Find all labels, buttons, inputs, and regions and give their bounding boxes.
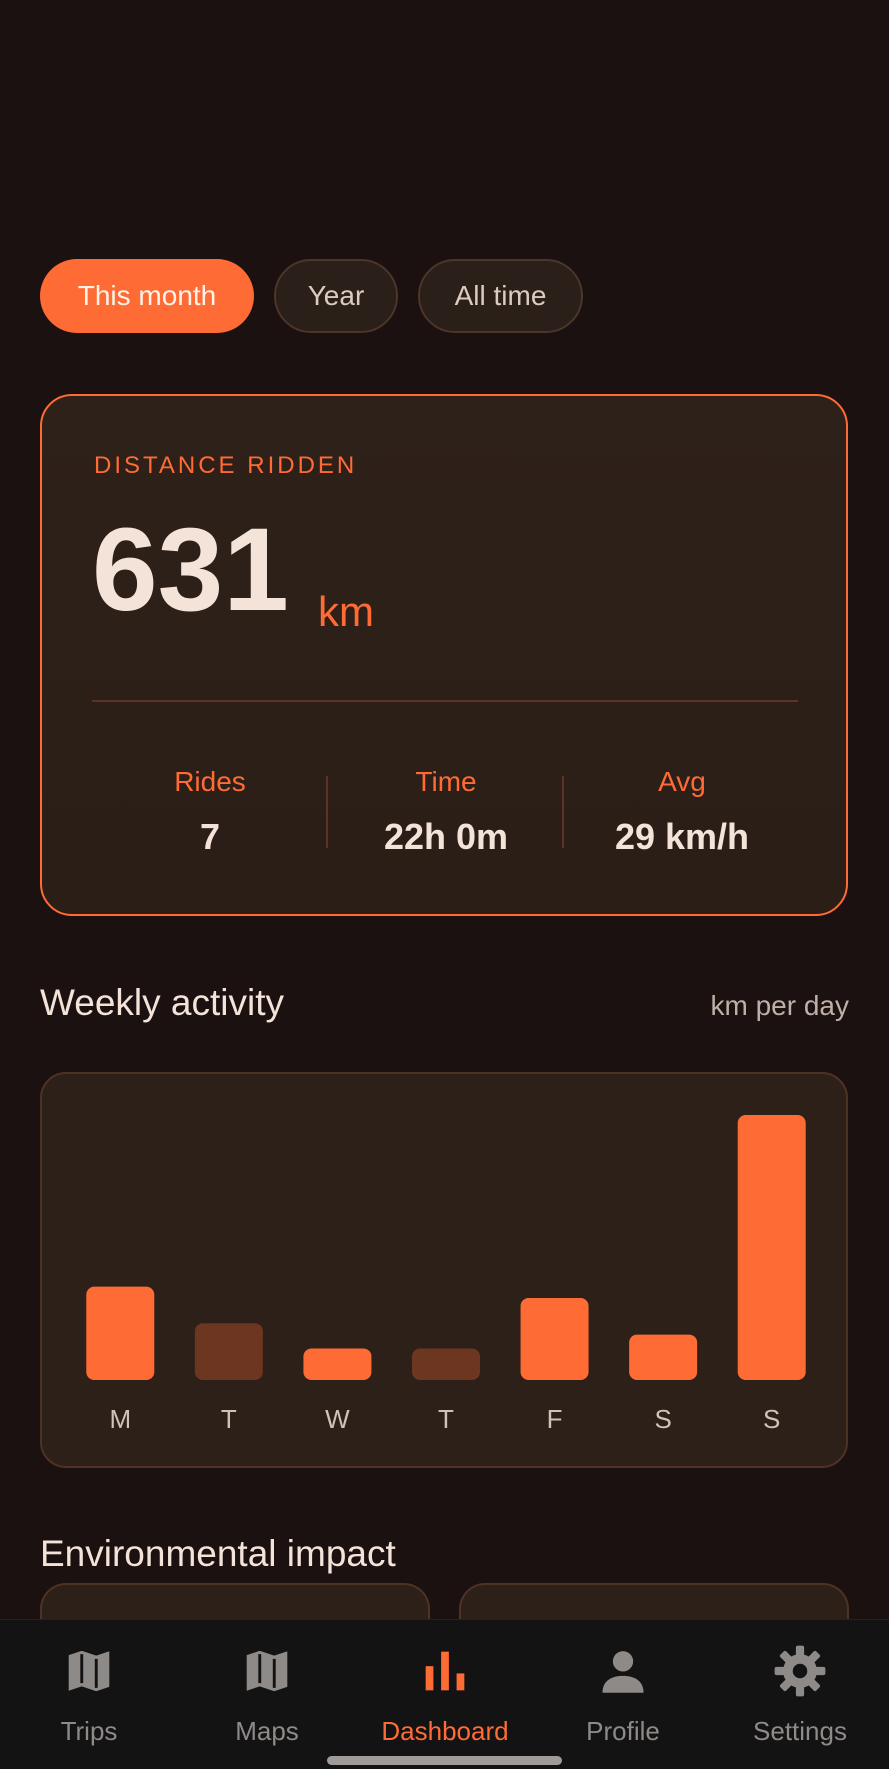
stat-label: Rides — [174, 766, 246, 797]
chart-bar-5 — [629, 1334, 698, 1380]
chart-day-label-2: W — [325, 1404, 350, 1434]
chart-day-label-0: M — [109, 1404, 131, 1434]
distance-label: DISTANCE RIDDEN — [94, 452, 358, 479]
stat-label: Time — [415, 766, 477, 797]
filter-chip-label: All time — [454, 280, 547, 311]
distance-card: DISTANCE RIDDEN 631 km Rides 7 Time 22h … — [40, 394, 848, 916]
nav-item-settings[interactable]: Settings — [711, 1620, 889, 1769]
nav-label: Maps — [235, 1716, 299, 1746]
environmental-impact-title: Environmental impact — [40, 1533, 396, 1574]
weekly-activity-chart: MTWTFSS — [86, 1115, 806, 1434]
nav-label: Dashboard — [381, 1716, 509, 1746]
distance-unit: km — [318, 588, 374, 635]
weekly-activity-title: Weekly activity — [40, 982, 284, 1023]
chart-bar-3 — [412, 1348, 480, 1380]
chart-day-label-5: S — [654, 1404, 671, 1434]
filter-chip-this-month[interactable]: This month — [40, 259, 254, 333]
nav-label: Trips — [60, 1716, 118, 1746]
chart-day-label-4: F — [547, 1404, 563, 1434]
distance-value: 631 — [92, 504, 289, 636]
stat-avg: Avg 29 km/h — [564, 766, 800, 858]
chart-day-label-6: S — [763, 1404, 780, 1434]
stat-label: Avg — [658, 766, 706, 797]
chart-bar-0 — [86, 1286, 155, 1380]
weekly-activity-chart-card: MTWTFSS — [40, 1072, 848, 1468]
stat-rides: Rides 7 — [92, 766, 328, 858]
nav-label: Profile — [586, 1716, 660, 1746]
chart-bar-6 — [737, 1115, 806, 1380]
chart-day-label-1: T — [221, 1404, 237, 1434]
home-indicator — [327, 1756, 562, 1765]
map-icon — [65, 1647, 113, 1695]
person-icon — [602, 1651, 644, 1693]
filter-chip-label: This month — [77, 280, 217, 311]
chart-bar-4 — [520, 1297, 589, 1380]
stat-time: Time 22h 0m — [328, 766, 564, 858]
chart-day-label-3: T — [438, 1404, 454, 1434]
filter-chip-year[interactable]: Year — [274, 259, 398, 333]
stat-value: 22h 0m — [383, 816, 509, 857]
map-icon — [243, 1647, 291, 1695]
card-divider — [92, 700, 798, 702]
chart-bar-2 — [303, 1348, 372, 1380]
weekly-activity-unit: km per day — [710, 990, 850, 1021]
nav-item-profile[interactable]: Profile — [534, 1620, 712, 1769]
nav-item-trips[interactable]: Trips — [0, 1620, 178, 1769]
stat-value: 29 km/h — [614, 816, 750, 857]
nav-item-maps[interactable]: Maps — [178, 1620, 356, 1769]
filter-chip-label: Year — [307, 280, 365, 311]
nav-item-dashboard[interactable]: Dashboard — [356, 1620, 534, 1769]
gear-icon — [774, 1645, 826, 1697]
chart-bar-1 — [194, 1323, 263, 1380]
stat-value: 7 — [199, 816, 221, 857]
nav-label: Settings — [753, 1716, 847, 1746]
bottom-navigation: Trips Maps Dashboard Profile Settings — [0, 1619, 889, 1769]
filter-chip-all-time[interactable]: All time — [418, 259, 583, 333]
bar-chart-icon — [425, 1651, 465, 1691]
